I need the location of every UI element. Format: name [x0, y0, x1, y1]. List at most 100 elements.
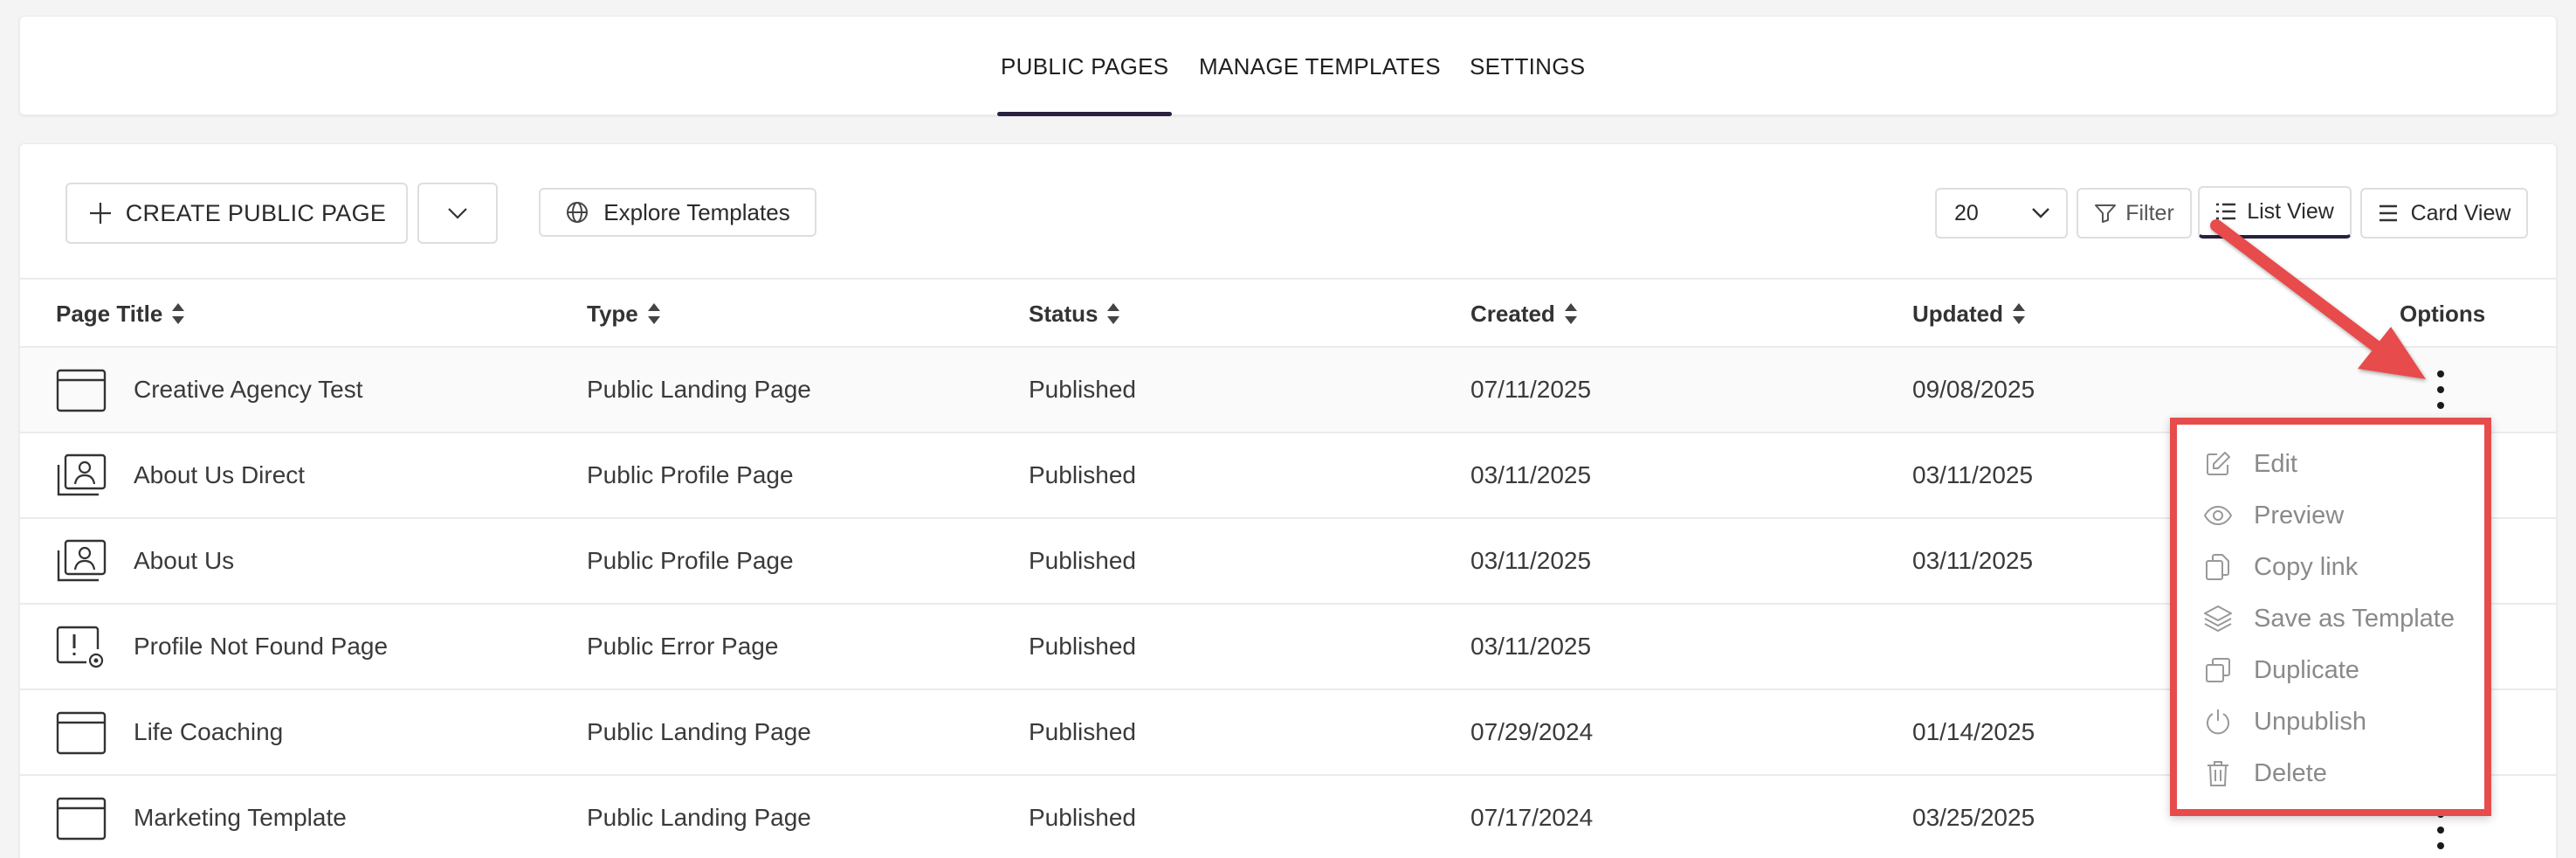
created-cell: 07/11/2025 — [1471, 376, 1592, 403]
created-cell: 03/11/2025 — [1471, 461, 1592, 488]
tab-manage-templates[interactable]: MANAGE TEMPLATES — [1199, 17, 1441, 116]
list-view-label: List View — [2247, 198, 2334, 224]
status-cell: Published — [1029, 547, 1136, 574]
menu-item-duplicate[interactable]: Duplicate — [2203, 648, 2359, 692]
created-cell: 03/11/2025 — [1471, 547, 1592, 574]
type-cell: Public Landing Page — [587, 718, 811, 745]
updated-cell: 09/08/2025 — [1912, 376, 2035, 403]
type-cell: Public Error Page — [587, 633, 779, 660]
globe-icon — [567, 202, 589, 223]
page-title-cell[interactable]: Marketing Template — [134, 776, 347, 858]
page-size-value: 20 — [1954, 200, 1979, 225]
menu-item-edit[interactable]: Edit — [2203, 442, 2297, 486]
browser-window-icon — [56, 369, 107, 412]
row-options-menu: Edit Preview Copy link Save as Template … — [2170, 418, 2491, 816]
column-label: Updated — [1912, 300, 2003, 327]
column-header-status[interactable]: Status — [1029, 280, 1120, 348]
explore-templates-label: Explore Templates — [603, 198, 790, 225]
filter-icon — [2095, 204, 2117, 223]
filter-label: Filter — [2125, 200, 2174, 225]
menu-item-label: Copy link — [2254, 552, 2359, 581]
column-label: Options — [2400, 300, 2486, 327]
status-cell: Published — [1029, 461, 1136, 488]
created-cell: 03/11/2025 — [1471, 633, 1592, 660]
column-header-type[interactable]: Type — [587, 280, 661, 348]
list-view-button[interactable]: List View — [2198, 186, 2352, 239]
menu-item-unpublish[interactable]: Unpublish — [2203, 700, 2366, 744]
menu-item-copy-link[interactable]: Copy link — [2203, 545, 2358, 589]
status-cell: Published — [1029, 804, 1136, 831]
menu-item-label: Preview — [2254, 501, 2345, 529]
page-title-cell[interactable]: Life Coaching — [134, 690, 283, 774]
eye-icon — [2203, 501, 2233, 530]
sort-icon[interactable] — [1106, 302, 1120, 325]
tab-public-pages[interactable]: PUBLIC PAGES — [996, 17, 1173, 116]
power-icon — [2203, 707, 2233, 737]
row-options-kebab-icon[interactable] — [2432, 370, 2449, 409]
browser-window-icon — [56, 797, 107, 841]
list-icon — [2216, 203, 2236, 220]
column-header-page-title[interactable]: Page Title — [56, 280, 185, 348]
sort-icon[interactable] — [647, 302, 661, 325]
page-title-cell[interactable]: About Us Direct — [134, 433, 305, 517]
updated-cell: 03/25/2025 — [1912, 804, 2035, 831]
error-page-icon — [56, 626, 104, 668]
create-public-page-button[interactable]: CREATE PUBLIC PAGE — [65, 183, 408, 244]
menu-item-label: Delete — [2254, 758, 2327, 787]
status-cell: Published — [1029, 633, 1136, 660]
updated-cell: 03/11/2025 — [1912, 461, 2034, 488]
column-header-created[interactable]: Created — [1471, 280, 1578, 348]
sort-icon[interactable] — [171, 302, 185, 325]
card-view-icon — [2379, 204, 2397, 222]
menu-item-label: Save as Template — [2254, 604, 2455, 633]
row-options-kebab-icon[interactable] — [2432, 811, 2449, 849]
table-header: Page Title Type Status Created Updated O… — [20, 280, 2556, 348]
type-cell: Public Landing Page — [587, 804, 811, 831]
column-label: Created — [1471, 300, 1555, 327]
page-title-cell[interactable]: About Us — [134, 519, 234, 603]
status-cell: Published — [1029, 718, 1136, 745]
edit-icon — [2203, 449, 2233, 479]
column-header-options: Options — [2400, 280, 2485, 348]
tab-settings[interactable]: SETTINGS — [1470, 17, 1585, 116]
profile-pages-icon — [57, 453, 107, 496]
type-cell: Public Profile Page — [587, 461, 794, 488]
updated-cell: 03/11/2025 — [1912, 547, 2034, 574]
menu-item-label: Unpublish — [2254, 707, 2366, 736]
browser-window-icon — [56, 711, 107, 755]
type-cell: Public Profile Page — [587, 547, 794, 574]
plus-icon — [89, 203, 111, 224]
created-cell: 07/29/2024 — [1471, 718, 1594, 745]
sort-icon[interactable] — [2012, 302, 2026, 325]
card-view-label: Card View — [2410, 200, 2511, 225]
column-label: Type — [587, 300, 638, 327]
page-title-cell[interactable]: Profile Not Found Page — [134, 605, 388, 688]
chevron-down-icon — [448, 208, 467, 219]
duplicate-icon — [2203, 655, 2233, 685]
page-title-cell[interactable]: Creative Agency Test — [134, 348, 363, 432]
page-size-select[interactable]: 20 — [1935, 188, 2068, 239]
column-label: Status — [1029, 300, 1099, 327]
card-view-button[interactable]: Card View — [2360, 188, 2528, 239]
create-options-dropdown-button[interactable] — [417, 183, 498, 244]
status-cell: Published — [1029, 376, 1136, 403]
copy-link-icon — [2203, 552, 2233, 582]
column-header-updated[interactable]: Updated — [1912, 280, 2026, 348]
type-cell: Public Landing Page — [587, 376, 811, 403]
updated-cell: 01/14/2025 — [1912, 718, 2035, 745]
filter-button[interactable]: Filter — [2077, 188, 2192, 239]
menu-item-label: Duplicate — [2254, 655, 2359, 684]
menu-item-save-as-template[interactable]: Save as Template — [2203, 597, 2455, 640]
profile-pages-icon — [57, 539, 107, 582]
menu-item-label: Edit — [2254, 449, 2297, 478]
top-tab-bar: PUBLIC PAGES MANAGE TEMPLATES SETTINGS — [19, 16, 2557, 116]
create-button-label: CREATE PUBLIC PAGE — [125, 199, 387, 226]
menu-item-delete[interactable]: Delete — [2203, 751, 2327, 795]
chevron-down-icon — [2032, 208, 2049, 218]
layers-icon — [2203, 604, 2233, 633]
trash-icon — [2203, 758, 2233, 788]
explore-templates-button[interactable]: Explore Templates — [539, 188, 816, 237]
sort-icon[interactable] — [1564, 302, 1578, 325]
menu-item-preview[interactable]: Preview — [2203, 494, 2344, 537]
column-label: Page Title — [56, 300, 163, 327]
